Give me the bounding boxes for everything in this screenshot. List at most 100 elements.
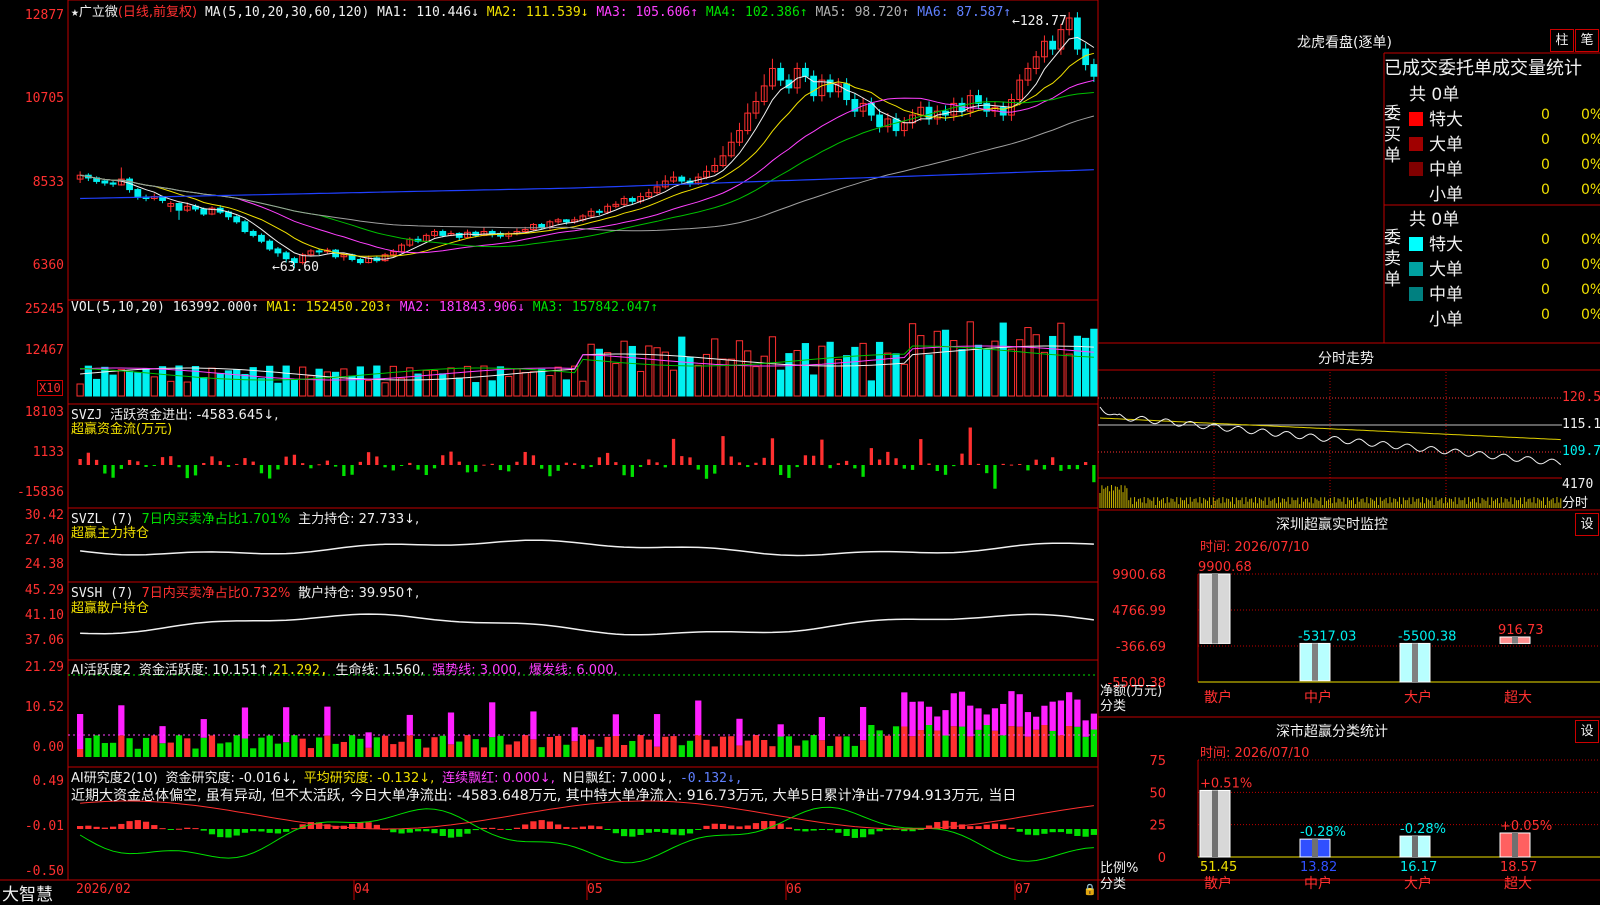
ai-active-bar-top	[901, 692, 908, 727]
svzj-bar	[391, 465, 395, 471]
svzj-bar	[985, 465, 989, 474]
ai-active-bar-top	[1057, 700, 1065, 736]
kline-mode[interactable]: (日线,前复权)	[118, 5, 197, 20]
ai-active-bar	[1024, 736, 1032, 757]
svzj-bar	[482, 464, 486, 466]
bar-view-button[interactable]: 柱	[1550, 29, 1574, 52]
lock-icon[interactable]: 🔒	[1083, 883, 1097, 896]
candle	[266, 239, 274, 251]
ai-research-bar	[414, 829, 422, 832]
volume-bar	[801, 343, 810, 397]
svzj-bar	[86, 452, 91, 465]
svsh-ytick: 41.10	[24, 608, 64, 623]
svzl-subtitle: 超赢主力持仓	[71, 526, 150, 541]
ai-research-bar	[167, 829, 174, 830]
svzj-bar	[144, 465, 148, 467]
candle	[208, 206, 216, 216]
volume-bar	[851, 346, 859, 397]
candle	[117, 167, 125, 186]
volume-bar	[200, 377, 208, 397]
candle	[785, 74, 793, 94]
ai-active-bar	[851, 745, 858, 757]
ai-active-bar-top	[324, 706, 331, 736]
ai-research-bar	[1082, 829, 1089, 837]
candle-body	[282, 252, 290, 260]
volume-unit-badge[interactable]: X10	[37, 380, 63, 396]
volume-bar	[884, 352, 892, 397]
ai-active-bar	[942, 735, 949, 757]
ai-active-bar	[835, 736, 842, 757]
volume-bar	[587, 343, 595, 397]
svzj-bar	[474, 465, 478, 472]
volume-bar	[760, 355, 768, 397]
volume-bar	[414, 373, 422, 397]
candle	[851, 93, 859, 117]
monitor-category-label: 大户	[1404, 689, 1432, 706]
candle	[892, 113, 900, 137]
ai-active-bar	[752, 735, 760, 757]
ai-active-bar	[381, 735, 389, 757]
volume-bar	[348, 375, 356, 397]
candle	[332, 248, 340, 259]
volume-bar	[579, 380, 587, 397]
ai-active-bar	[151, 735, 158, 757]
ai-research-bar	[546, 821, 554, 829]
svzj-bar	[408, 462, 412, 465]
candle	[1024, 62, 1032, 86]
ai-active-bar	[522, 735, 529, 757]
volume-bar	[1090, 328, 1098, 397]
ai-active-bar	[579, 735, 586, 757]
candle-body	[488, 231, 496, 234]
ai-active-bar-top	[925, 706, 933, 726]
ai-active-bar	[1074, 726, 1081, 757]
volume-bar	[257, 378, 266, 397]
svzj-bar	[836, 463, 841, 465]
ai-active-bar	[612, 736, 619, 757]
ai-research-bar	[703, 825, 710, 829]
volume-bar	[669, 369, 678, 397]
ai-active-bar	[208, 735, 216, 757]
dragon-tabs[interactable]: 已成交委托单成交量统计	[1384, 54, 1598, 80]
svzj-subtitle: 超赢资金流(万元)	[71, 422, 173, 437]
favorite-star-icon[interactable]: ★	[71, 5, 79, 20]
ma3-line	[80, 79, 1095, 254]
xaxis-label: 07	[1015, 882, 1031, 897]
ai-research-bar	[571, 827, 578, 829]
ai-active-bar	[678, 745, 685, 757]
volume-bar	[529, 371, 538, 397]
svzj-bar	[251, 461, 255, 465]
kline-chart-area[interactable]: 9900.68 4766.99 -366.69 -5500.38 9900.68 散户 -5…	[0, 0, 1600, 900]
svzj-bar	[375, 456, 379, 465]
volume-bar	[183, 381, 191, 397]
ai-active-bar	[538, 747, 545, 757]
monitor-category-label: 中户	[1304, 689, 1332, 706]
intraday-ytick: 115.1	[1562, 417, 1600, 432]
volume-bar	[389, 365, 397, 397]
volume-bar	[422, 369, 430, 397]
ai-research-bar	[1000, 824, 1007, 829]
classify-bar-shade	[1512, 832, 1518, 857]
volume-bar	[167, 380, 175, 397]
ai-research-bar	[950, 821, 957, 829]
svzj-bar	[276, 465, 280, 470]
svzj-bar	[226, 465, 231, 467]
tick-view-button[interactable]: 笔	[1575, 29, 1599, 52]
ai-research-bar	[967, 826, 974, 829]
monitor-settings-button[interactable]: 设	[1575, 513, 1599, 536]
ai-research-bar	[93, 826, 100, 829]
volume-bar	[134, 372, 142, 397]
volume-bar	[917, 335, 925, 397]
candle	[859, 97, 867, 117]
ma4-value: MA4: 102.386↑	[705, 5, 808, 20]
ai-research-bar	[1008, 827, 1015, 829]
sell-pct: 0%	[1581, 257, 1600, 273]
classify-settings-button[interactable]: 设	[1575, 720, 1599, 743]
volume-bar	[216, 372, 224, 397]
candle-body	[876, 114, 883, 128]
ai-active-bar	[555, 735, 562, 757]
svzj-bar	[910, 465, 915, 470]
svzj-bar	[416, 465, 420, 470]
panel-border	[67, 0, 1099, 301]
color-swatch	[1409, 112, 1423, 126]
ai-active-bar	[456, 741, 463, 757]
